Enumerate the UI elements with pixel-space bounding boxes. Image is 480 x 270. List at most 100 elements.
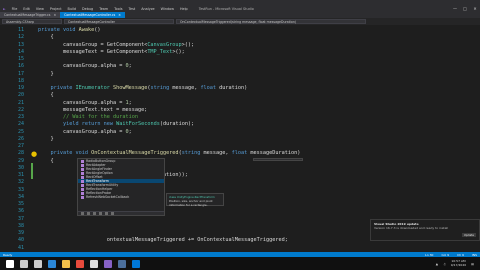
project-dropdown[interactable]: Assembly-CSharp: [2, 19, 62, 24]
code-token: duration): [216, 85, 248, 91]
line-number: 25: [17, 128, 24, 135]
maximize-button[interactable]: □: [460, 6, 470, 11]
code-token: >();: [172, 48, 185, 55]
menu-analyze[interactable]: Analyze: [138, 7, 157, 11]
menu-file[interactable]: File: [9, 7, 21, 11]
minimize-button[interactable]: —: [450, 6, 460, 11]
line-number: 17: [17, 70, 24, 77]
line-number: 27: [17, 143, 24, 149]
vs-logo-icon[interactable]: ►: [0, 7, 9, 11]
steam-icon[interactable]: [118, 259, 126, 268]
code-token: // Wait for the duration: [38, 114, 138, 120]
line-number: 38: [17, 222, 24, 229]
code-line[interactable]: yield return new WaitForSeconds(duration…: [38, 121, 194, 127]
code-token: yield return new: [38, 121, 113, 128]
code-line[interactable]: private IEnumerator ShowMessage(string m…: [38, 85, 247, 91]
windows-icon[interactable]: [6, 259, 14, 268]
menu-help[interactable]: Help: [177, 7, 191, 11]
code-line[interactable]: ontextualMessageTriggered += OnContextua…: [38, 237, 288, 243]
update-button[interactable]: Update: [461, 232, 476, 237]
code-line[interactable]: {: [38, 92, 54, 99]
line-number: 37: [17, 215, 24, 222]
completion-item[interactable]: RefreshWebSocketCallback: [78, 195, 164, 199]
line-number: 19: [17, 85, 24, 91]
code-line[interactable]: canvasGroup.alpha = 1;: [38, 100, 132, 106]
notification-center-icon[interactable]: ▤: [471, 262, 474, 266]
line-number: 31: [17, 172, 24, 178]
menu-project[interactable]: Project: [47, 7, 65, 11]
code-token: private: [38, 85, 73, 91]
menu-debug[interactable]: Debug: [79, 7, 96, 11]
filter-class-icon[interactable]: [81, 212, 84, 215]
line-indicator: Ln 30: [425, 252, 434, 257]
filter-namespace-icon[interactable]: [111, 212, 114, 215]
network-icon[interactable]: ▲: [436, 262, 438, 266]
code-line[interactable]: {: [38, 158, 53, 164]
code-line[interactable]: [38, 165, 63, 171]
code-line[interactable]: canvasGroup.alpha = 0;: [38, 129, 132, 135]
code-line[interactable]: private void OnContextualMessageTriggere…: [38, 150, 300, 156]
filter-interface-icon[interactable]: [99, 212, 102, 215]
menu-window[interactable]: Window: [158, 7, 177, 11]
code-token: void: [75, 150, 88, 157]
update-notification[interactable]: Visual Studio 2019 update Version 16.7.3…: [370, 219, 480, 241]
code-line[interactable]: messageText = GetComponent<TMP_Text>();: [38, 49, 185, 55]
volume-icon[interactable]: ♫: [443, 262, 446, 266]
task-view-icon[interactable]: [34, 259, 42, 268]
edge-icon[interactable]: [48, 259, 56, 268]
code-token: string: [181, 150, 201, 157]
search-icon[interactable]: [20, 259, 28, 268]
window-title: TestRun - Microsoft Visual Studio: [198, 6, 254, 11]
line-number: 29: [17, 157, 24, 164]
code-line[interactable]: private void Awake(): [38, 27, 101, 33]
member-dropdown[interactable]: OnContextualMessageTriggered(string mess…: [176, 19, 366, 24]
change-indicator: [31, 163, 33, 179]
lightbulb-icon[interactable]: ●: [31, 151, 38, 158]
code-token: {: [38, 34, 54, 41]
chrome-icon[interactable]: [76, 259, 84, 268]
code-token: private: [38, 27, 60, 33]
menu-build[interactable]: Build: [65, 7, 80, 11]
char-indicator: Ch 9: [457, 252, 464, 257]
code-line[interactable]: // Wait for the duration: [38, 114, 138, 120]
mail-icon[interactable]: [132, 259, 140, 268]
code-token: (): [94, 27, 101, 33]
menu-edit[interactable]: Edit: [20, 7, 33, 11]
code-line[interactable]: }: [38, 70, 54, 77]
line-number: 22: [17, 106, 24, 113]
code-token: canvasGroup.alpha =: [38, 128, 126, 135]
menu-view[interactable]: View: [33, 7, 47, 11]
line-number: 32: [17, 179, 24, 186]
intellisense-list[interactable]: RadioButtonGroup RectAdapter RectAngleFind…: [77, 158, 165, 216]
visual-studio-icon[interactable]: [104, 259, 112, 268]
close-button[interactable]: ✕: [470, 6, 480, 11]
menu-bar: ► File Edit View Project Build Debug Team Tools…: [0, 5, 480, 12]
menu-tools[interactable]: Tools: [111, 7, 125, 11]
line-number: 21: [17, 99, 24, 106]
line-number: 36: [17, 208, 24, 215]
code-token: {: [38, 92, 54, 99]
menu-team[interactable]: Team: [96, 7, 111, 11]
filter-enum-icon[interactable]: [93, 212, 96, 215]
code-line[interactable]: messageText.text = message;: [38, 107, 147, 113]
tooltip-line: information for a rectangle.: [169, 203, 208, 207]
close-tab-icon[interactable]: ×: [53, 13, 56, 17]
filter-delegate-icon[interactable]: [105, 212, 108, 215]
code-token: }: [38, 70, 54, 77]
code-line[interactable]: canvasGroup = GetComponent<CanvasGroup>(…: [38, 42, 194, 48]
menu-test[interactable]: Test: [126, 7, 139, 11]
code-token: messageText.text = message;: [38, 106, 148, 113]
class-icon: [81, 195, 84, 199]
clock[interactable]: 10:57 AM 9/17/2020: [451, 259, 466, 267]
line-number: 26: [17, 135, 24, 142]
class-icon: [81, 167, 84, 171]
explorer-icon[interactable]: [62, 259, 70, 268]
filter-struct-icon[interactable]: [87, 212, 90, 215]
unity-icon[interactable]: [90, 259, 98, 268]
code-line[interactable]: }: [38, 136, 53, 142]
code-line[interactable]: canvasGroup.alpha = 0;: [38, 63, 132, 69]
class-dropdown[interactable]: ContextualMessageController: [64, 19, 174, 24]
code-line[interactable]: {: [38, 34, 54, 41]
code-token: private: [38, 150, 73, 157]
close-tab-icon[interactable]: ×: [118, 13, 121, 17]
